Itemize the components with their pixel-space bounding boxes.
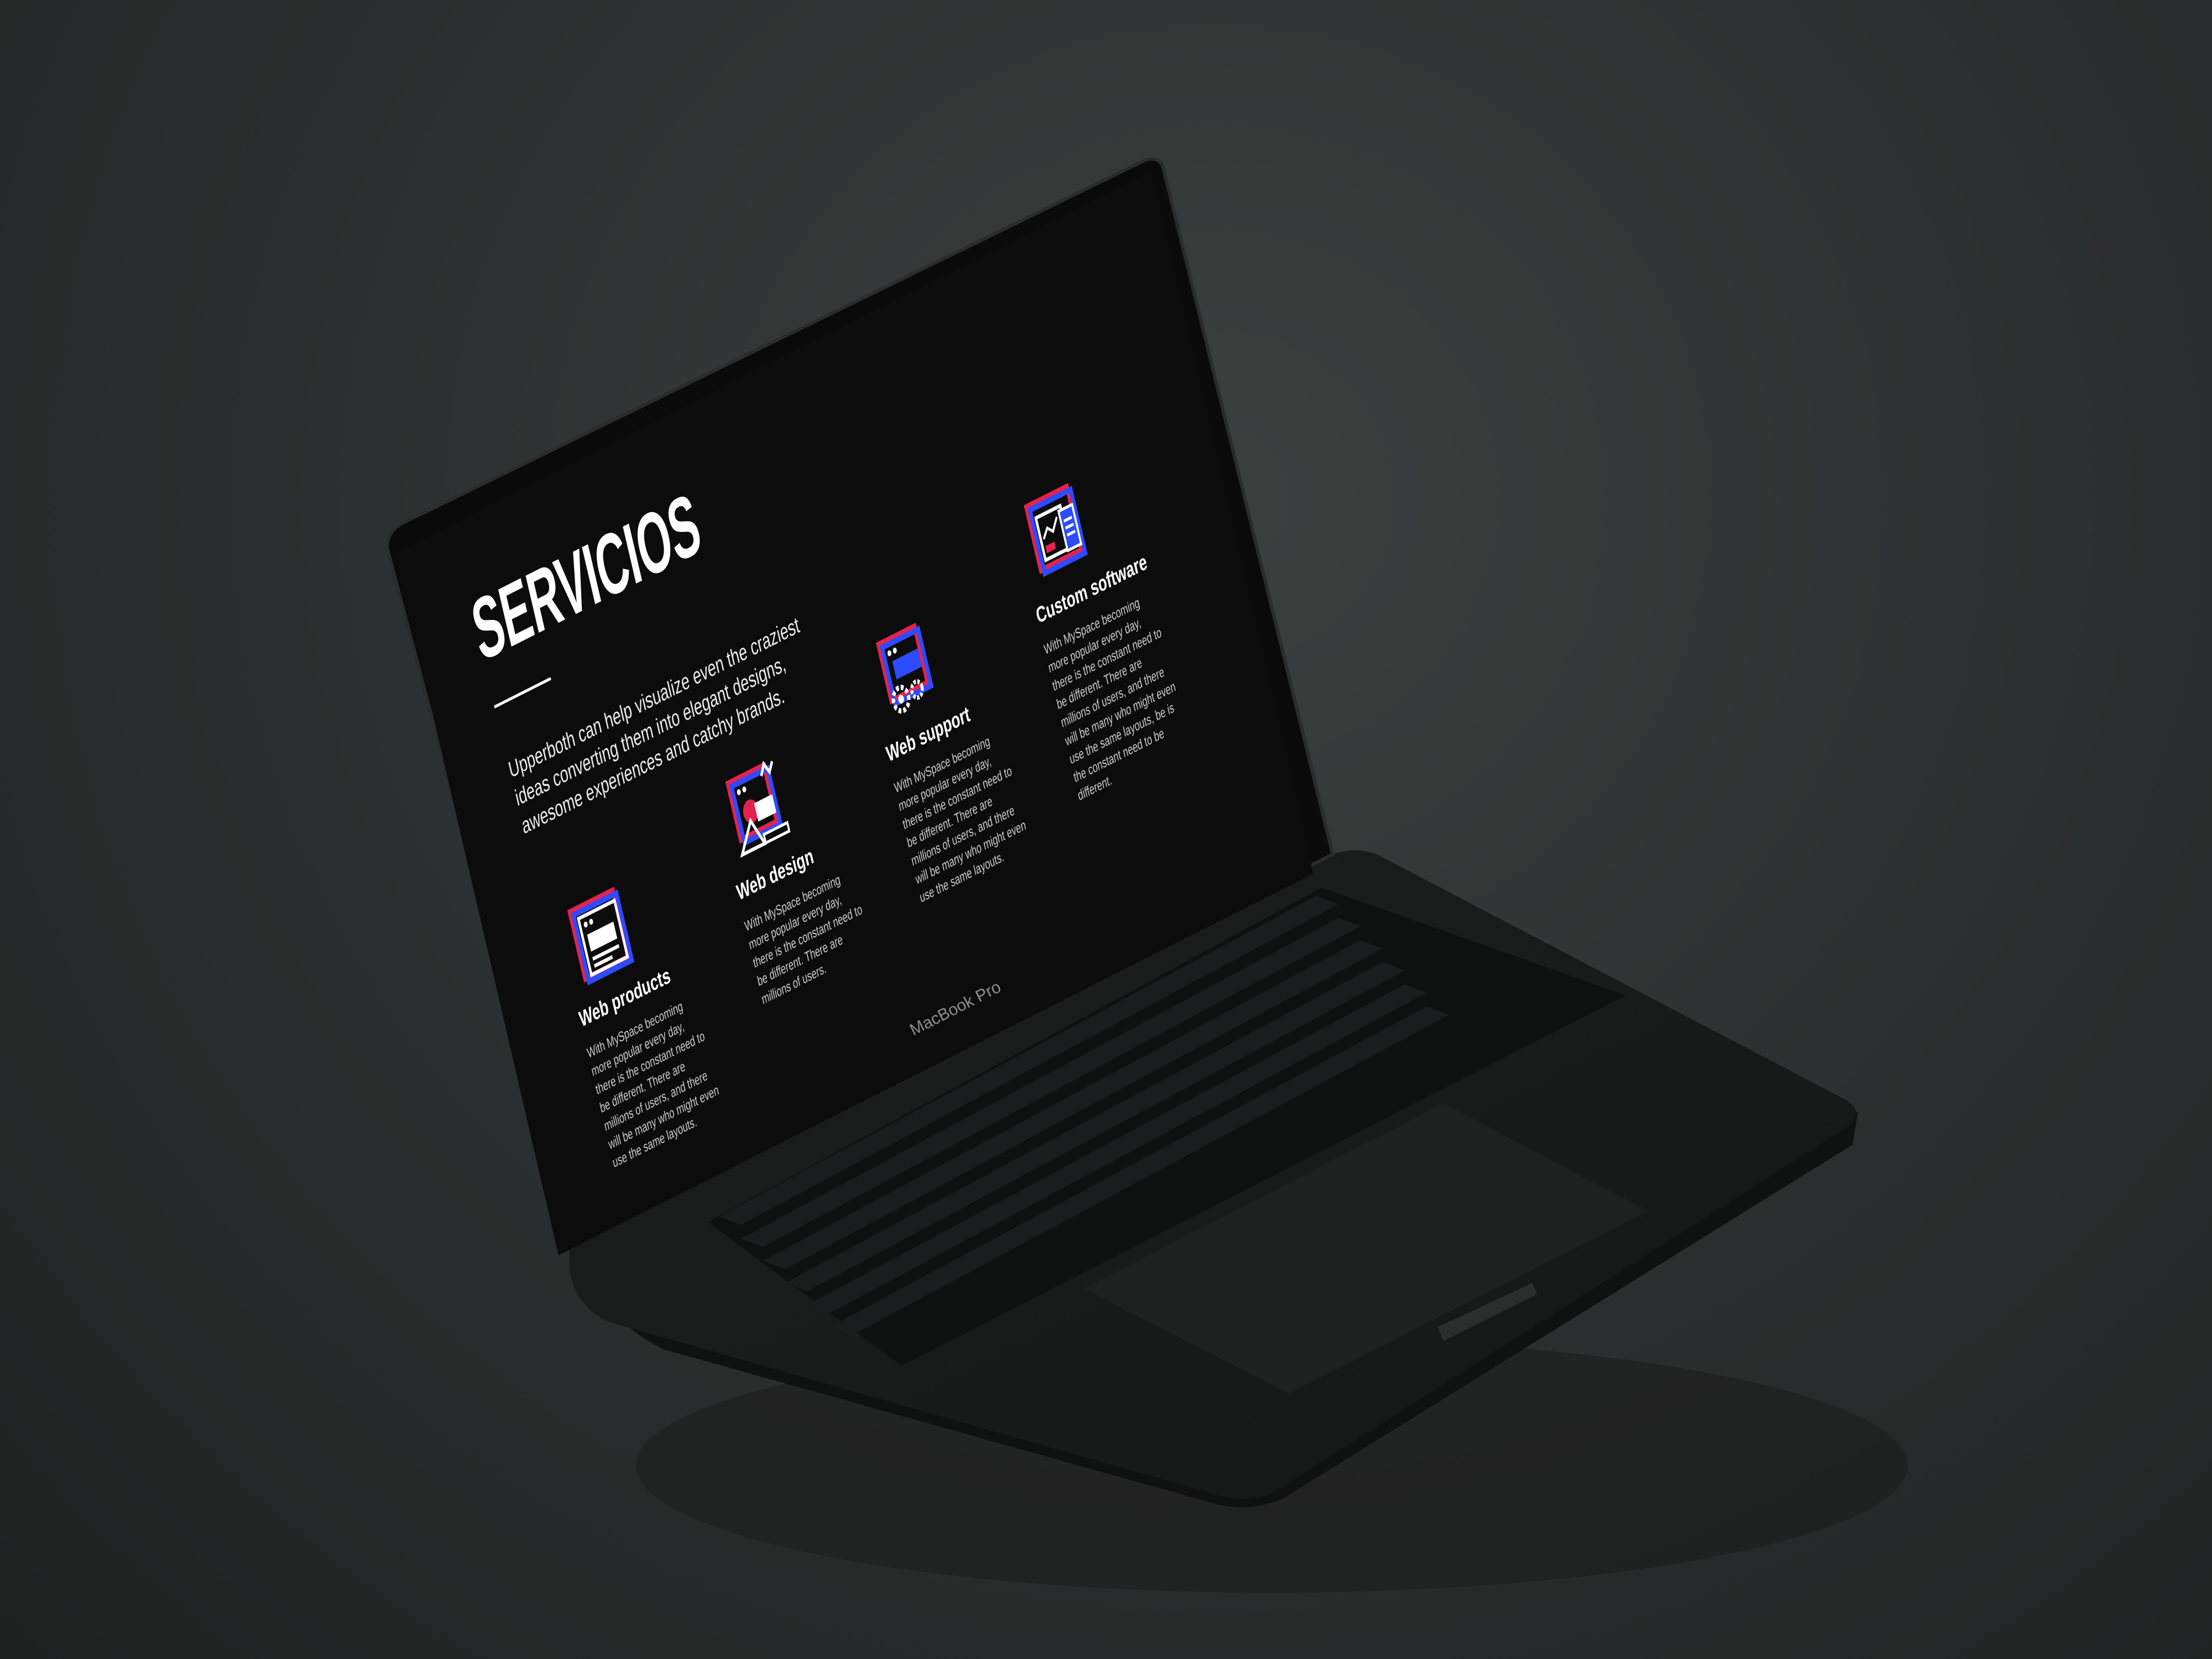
service-card-web-products: Web products With MySpace becoming more … xyxy=(555,846,747,1173)
web-products-icon xyxy=(564,880,637,992)
web-design-icon xyxy=(721,753,795,865)
title-divider xyxy=(494,677,551,709)
page-title: SERVICIOS xyxy=(464,474,708,680)
service-description: With MySpace becoming more popular every… xyxy=(1042,595,1177,805)
custom-software-icon xyxy=(1020,477,1094,588)
service-card-web-design: Web design With MySpace becoming more po… xyxy=(712,719,895,1010)
service-card-web-support: Web support With MySpace becoming more p… xyxy=(862,581,1053,908)
service-card-custom-software: Custom software With MySpace becoming mo… xyxy=(1011,442,1212,806)
web-support-icon xyxy=(871,615,945,727)
